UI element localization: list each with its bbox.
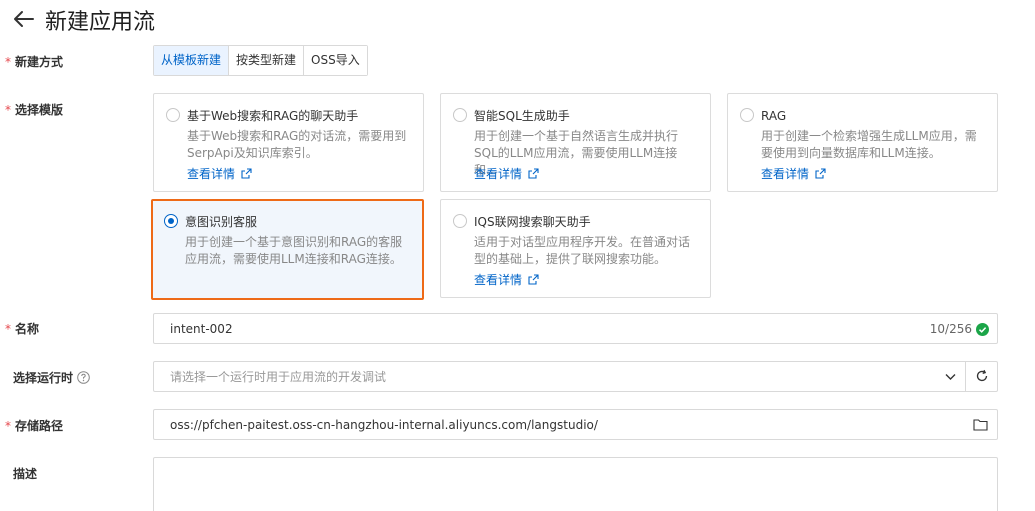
storage-label: * 存储路径 <box>5 419 64 433</box>
template-card-desc: 基于Web搜索和RAG的对话流，需要用到SerpApi及知识库索引。 <box>187 129 407 160</box>
template-radio[interactable] <box>453 214 467 228</box>
template-card-title: 智能SQL生成助手 <box>474 109 570 123</box>
external-link-icon <box>528 274 539 285</box>
template-label: * 选择模版 <box>5 103 64 117</box>
template-detail-link[interactable]: 查看详情 <box>761 165 826 182</box>
page-title: 新建应用流 <box>45 10 156 35</box>
template-card-desc: 适用于对话型应用程序开发。在普通对话型的基础上，提供了联网搜索功能。 <box>474 235 691 266</box>
template-card-title: RAG <box>761 109 787 123</box>
method-label: * 新建方式 <box>5 55 64 69</box>
template-radio[interactable] <box>453 108 467 122</box>
required-mark: * <box>5 103 11 117</box>
char-counter: 10/256 <box>930 322 989 337</box>
folder-icon[interactable] <box>973 418 988 431</box>
method-from-template-button[interactable]: 从模板新建 <box>154 46 229 75</box>
chevron-down-icon[interactable] <box>944 370 957 383</box>
template-card-web-rag[interactable]: 基于Web搜索和RAG的聊天助手 基于Web搜索和RAG的对话流，需要用到Ser… <box>153 93 424 192</box>
method-segmented-control: 从模板新建 按类型新建 OSS导入 <box>153 45 368 76</box>
template-detail-link[interactable]: 查看详情 <box>187 165 252 182</box>
template-detail-link[interactable]: 查看详情 <box>474 165 539 182</box>
arrow-left-icon[interactable] <box>11 6 37 32</box>
method-by-type-button[interactable]: 按类型新建 <box>228 46 304 75</box>
template-detail-link[interactable]: 查看详情 <box>474 271 539 288</box>
method-oss-import-button[interactable]: OSS导入 <box>303 46 367 75</box>
template-card-title: 基于Web搜索和RAG的聊天助手 <box>187 109 359 123</box>
template-radio[interactable] <box>166 108 180 122</box>
name-input-value: intent-002 <box>170 322 233 336</box>
template-card-iqs[interactable]: IQS联网搜索聊天助手 适用于对话型应用程序开发。在普通对话型的基础上，提供了联… <box>440 199 711 298</box>
template-card-sql[interactable]: 智能SQL生成助手 用于创建一个基于自然语言生成并执行SQL的LLM应用流，需要… <box>440 93 711 192</box>
description-textarea[interactable] <box>153 457 998 511</box>
template-card-intent[interactable]: 意图识别客服 用于创建一个基于意图识别和RAG的客服应用流，需要使用LLM连接和… <box>151 199 424 300</box>
name-input[interactable]: intent-002 10/256 <box>153 313 998 344</box>
external-link-icon <box>241 168 252 179</box>
runtime-label: 选择运行时 <box>13 370 90 386</box>
storage-path-value: oss://pfchen-paitest.oss-cn-hangzhou-int… <box>170 418 598 432</box>
runtime-placeholder: 请选择一个运行时用于应用流的开发调试 <box>170 370 387 384</box>
help-circle-icon[interactable] <box>77 371 90 384</box>
required-mark: * <box>5 322 11 336</box>
template-card-title: IQS联网搜索聊天助手 <box>474 215 591 229</box>
description-label: 描述 <box>13 467 38 481</box>
select-divider <box>965 362 966 391</box>
template-card-desc: 用于创建一个基于意图识别和RAG的客服应用流，需要使用LLM连接和RAG连接。 <box>185 235 403 266</box>
name-label: * 名称 <box>5 322 40 336</box>
template-card-title: 意图识别客服 <box>185 215 258 229</box>
required-mark: * <box>5 419 11 433</box>
runtime-select[interactable]: 请选择一个运行时用于应用流的开发调试 <box>153 361 998 392</box>
external-link-icon <box>528 168 539 179</box>
template-card-desc: 用于创建一个检索增强生成LLM应用，需要使用到向量数据库和LLM连接。 <box>761 129 977 160</box>
storage-path-input[interactable]: oss://pfchen-paitest.oss-cn-hangzhou-int… <box>153 409 998 440</box>
external-link-icon <box>815 168 826 179</box>
refresh-icon[interactable] <box>975 369 989 383</box>
template-radio[interactable] <box>164 214 178 228</box>
check-circle-icon <box>976 323 989 336</box>
required-mark: * <box>5 55 11 69</box>
template-card-rag[interactable]: RAG 用于创建一个检索增强生成LLM应用，需要使用到向量数据库和LLM连接。 … <box>727 93 998 192</box>
template-radio[interactable] <box>740 108 754 122</box>
page-header: 新建应用流 <box>0 0 1035 40</box>
